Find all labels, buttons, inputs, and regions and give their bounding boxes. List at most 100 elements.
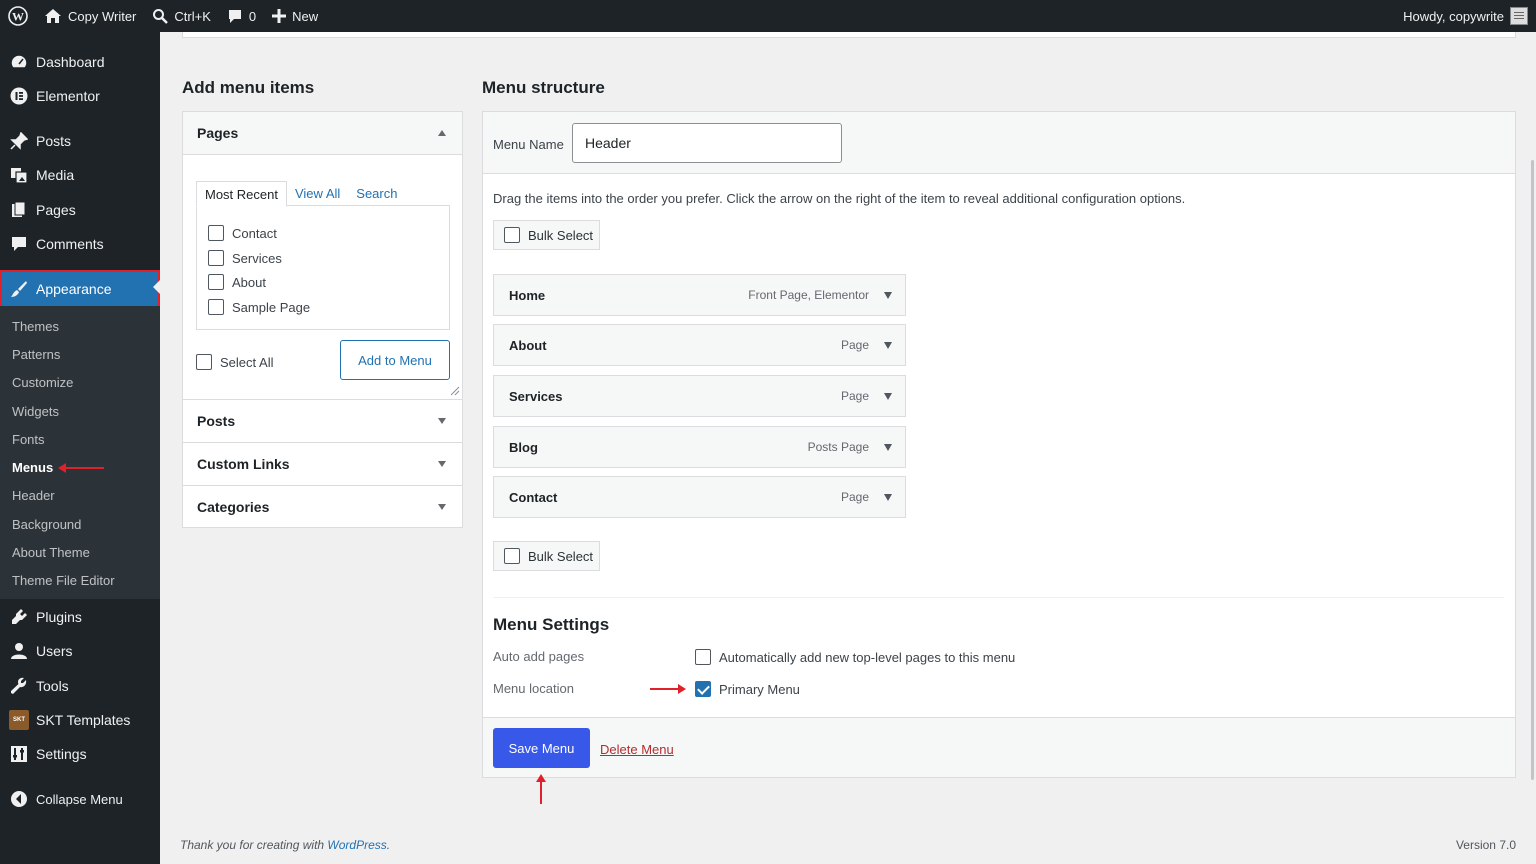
page-checkbox-services[interactable]: Services [208, 250, 282, 266]
menu-item-title: Services [509, 388, 563, 404]
sidebar-item-appearance[interactable]: Appearance [0, 270, 160, 308]
search-shortcut: Ctrl+K [174, 8, 211, 24]
wordpress-logo-icon[interactable]: W [0, 0, 36, 32]
menu-item-services[interactable]: Services Page [493, 375, 906, 417]
drag-instructions: Drag the items into the order you prefer… [493, 191, 1186, 206]
checkbox[interactable] [695, 649, 711, 665]
pages-tabs: Most Recent View All Search [196, 181, 405, 207]
sidebar-item-label: Users [36, 643, 73, 659]
delete-menu-link[interactable]: Delete Menu [600, 742, 674, 757]
posts-section-header[interactable]: Posts [183, 399, 462, 442]
sidebar-item-comments[interactable]: Comments [0, 227, 160, 261]
sidebar-item-label: Comments [36, 236, 104, 252]
media-icon [0, 166, 36, 184]
page-label: Services [232, 250, 282, 266]
sidebar-item-settings[interactable]: Settings [0, 737, 160, 771]
add-menu-items-title: Add menu items [182, 78, 315, 97]
sidebar-item-users[interactable]: Users [0, 634, 160, 668]
sidebar-item-pages[interactable]: Pages [0, 193, 160, 227]
item-toggle-arrow-icon[interactable] [884, 342, 892, 349]
sidebar-item-label: Pages [36, 202, 76, 218]
checkbox[interactable] [196, 354, 212, 370]
save-menu-button[interactable]: Save Menu [493, 728, 590, 768]
annotation-arrow-menus [58, 463, 104, 473]
sidebar-item-posts[interactable]: Posts [0, 124, 160, 158]
submenu-item-header[interactable]: Header [12, 488, 55, 503]
bulk-select-bottom[interactable]: Bulk Select [493, 541, 600, 571]
submenu-item-theme-file-editor[interactable]: Theme File Editor [12, 573, 115, 588]
sidebar-item-skt-templates[interactable]: SKT SKT Templates [0, 703, 160, 737]
menu-item-title: Contact [509, 489, 558, 505]
users-icon [0, 642, 36, 660]
add-to-menu-button[interactable]: Add to Menu [340, 340, 450, 380]
submenu-item-background[interactable]: Background [12, 517, 81, 532]
new-content-link[interactable]: New [264, 0, 326, 32]
submenu-item-menus[interactable]: Menus [12, 460, 53, 475]
comment-bubble-icon [228, 10, 241, 23]
item-toggle-arrow-icon[interactable] [884, 444, 892, 451]
auto-add-pages-checkbox[interactable]: Automatically add new top-level pages to… [695, 649, 1015, 665]
sidebar-item-plugins[interactable]: Plugins [0, 600, 160, 634]
submenu-item-about-theme[interactable]: About Theme [12, 545, 90, 560]
checkbox[interactable] [208, 250, 224, 266]
item-toggle-arrow-icon[interactable] [884, 494, 892, 501]
submenu-item-patterns[interactable]: Patterns [12, 347, 60, 362]
admin-bar: W Copy Writer Ctrl+K 0 New Howdy, copywr… [0, 0, 1536, 32]
site-name-link[interactable]: Copy Writer [36, 0, 144, 32]
item-toggle-arrow-icon[interactable] [884, 292, 892, 299]
sidebar-item-elementor[interactable]: Elementor [0, 79, 160, 113]
my-account[interactable]: Howdy, copywrite [1403, 7, 1536, 25]
submenu-item-themes[interactable]: Themes [12, 319, 59, 334]
menu-item-home[interactable]: Home Front Page, Elementor [493, 274, 906, 316]
select-all-checkbox[interactable]: Select All [196, 354, 273, 370]
page-checkbox-sample-page[interactable]: Sample Page [208, 299, 310, 315]
page-checkbox-about[interactable]: About [208, 274, 266, 290]
primary-menu-checkbox[interactable]: Primary Menu [695, 681, 800, 697]
primary-menu-label: Primary Menu [719, 681, 800, 697]
resize-handle-icon[interactable] [450, 386, 460, 396]
sidebar-item-label: Collapse Menu [36, 791, 123, 807]
command-search[interactable]: Ctrl+K [144, 0, 218, 32]
menu-name-input[interactable]: Header [572, 123, 842, 163]
expand-arrow-icon [438, 418, 446, 424]
sidebar-item-label: SKT Templates [36, 712, 131, 728]
submenu-item-widgets[interactable]: Widgets [12, 404, 59, 419]
collapse-menu-button[interactable]: Collapse Menu [0, 782, 160, 816]
sidebar-item-label: Appearance [36, 281, 112, 297]
submenu-item-customize[interactable]: Customize [12, 375, 73, 390]
page-checkbox-contact[interactable]: Contact [208, 225, 277, 241]
checkbox[interactable] [208, 299, 224, 315]
checkbox-checked[interactable] [695, 681, 711, 697]
sidebar-item-label: Settings [36, 746, 87, 762]
tab-most-recent[interactable]: Most Recent [196, 181, 287, 207]
elementor-icon [0, 87, 36, 105]
menu-item-title: Home [509, 287, 546, 303]
checkbox[interactable] [504, 227, 520, 243]
menu-item-about[interactable]: About Page [493, 324, 906, 366]
menu-structure-title: Menu structure [482, 78, 605, 97]
sidebar-item-label: Tools [36, 678, 69, 694]
tab-search[interactable]: Search [348, 181, 405, 207]
sidebar-item-label: Posts [36, 133, 72, 149]
wordpress-link[interactable]: WordPress [327, 838, 386, 852]
bulk-select-top[interactable]: Bulk Select [493, 220, 600, 250]
comments-link[interactable]: 0 [219, 0, 264, 32]
sidebar-item-tools[interactable]: Tools [0, 669, 160, 703]
tab-view-all[interactable]: View All [287, 181, 348, 207]
checkbox[interactable] [208, 274, 224, 290]
checkbox[interactable] [208, 225, 224, 241]
comment-icon [0, 235, 36, 253]
menu-item-contact[interactable]: Contact Page [493, 476, 906, 518]
search-icon [153, 9, 169, 24]
sidebar-item-media[interactable]: Media [0, 158, 160, 192]
categories-section-header[interactable]: Categories [183, 485, 462, 528]
menu-item-blog[interactable]: Blog Posts Page [493, 426, 906, 468]
settings-icon [0, 745, 36, 763]
pages-section-header[interactable]: Pages [183, 112, 462, 155]
item-toggle-arrow-icon[interactable] [884, 393, 892, 400]
submenu-item-fonts[interactable]: Fonts [12, 432, 45, 447]
scrollbar[interactable] [1531, 160, 1534, 780]
custom-links-section-header[interactable]: Custom Links [183, 442, 462, 485]
sidebar-item-dashboard[interactable]: Dashboard [0, 45, 160, 79]
checkbox[interactable] [504, 548, 520, 564]
